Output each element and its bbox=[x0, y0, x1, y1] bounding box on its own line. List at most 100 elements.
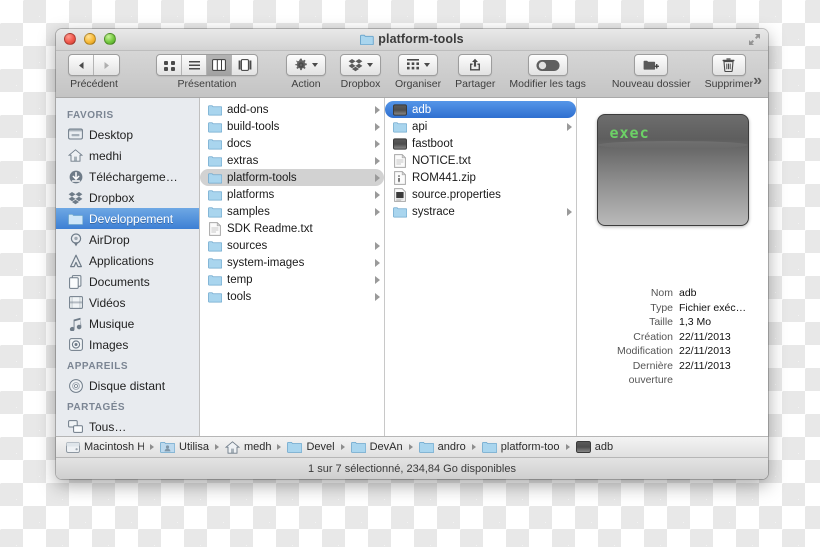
share-button[interactable] bbox=[458, 54, 493, 76]
sidebar-item-airdrop[interactable]: AirDrop bbox=[56, 229, 199, 250]
path-bar[interactable]: Macintosh HD Utilisa medh Devel DevAn andro pl… bbox=[56, 437, 768, 458]
window-title: platform-tools bbox=[56, 32, 768, 48]
file-row[interactable]: sources bbox=[200, 237, 384, 254]
metadata-row: Dernière ouverture 22/11/2013 bbox=[587, 359, 758, 388]
preview-metadata: Nom adb Type Fichier exéc… Taille 1,3 Mo Créat… bbox=[587, 286, 758, 388]
disclosure-triangle-icon[interactable] bbox=[375, 105, 380, 114]
folder-icon bbox=[208, 273, 222, 287]
sidebar-item-developpement[interactable]: Developpement bbox=[56, 208, 199, 229]
file-name: SDK Readme.txt bbox=[227, 222, 313, 235]
file-row[interactable]: platform-tools bbox=[200, 169, 384, 186]
breadcrumb-item[interactable]: Macintosh HD bbox=[66, 441, 144, 453]
metadata-row: Nom adb bbox=[587, 286, 758, 301]
breadcrumb-item[interactable]: Utilisa bbox=[160, 441, 209, 453]
disclosure-triangle-icon[interactable] bbox=[375, 156, 380, 165]
breadcrumb-label: medh bbox=[243, 441, 272, 453]
disclosure-triangle-icon[interactable] bbox=[375, 207, 380, 216]
edit-tags-button[interactable] bbox=[527, 54, 568, 76]
disclosure-triangle-icon[interactable] bbox=[375, 190, 380, 199]
sidebar-item-applications[interactable]: Applications bbox=[56, 250, 199, 271]
icon-view-button[interactable] bbox=[157, 55, 182, 75]
sidebar-item-tous[interactable]: Tous… bbox=[56, 416, 199, 436]
file-row[interactable]: samples bbox=[200, 203, 384, 220]
sidebar-item-medhi[interactable]: medhi bbox=[56, 145, 199, 166]
file-row[interactable]: api bbox=[385, 118, 576, 135]
forward-button[interactable] bbox=[94, 55, 119, 75]
chevron-double-right-icon[interactable]: » bbox=[753, 73, 762, 89]
file-row[interactable]: ROM441.zip bbox=[385, 169, 576, 186]
users-folder-icon bbox=[160, 441, 175, 453]
unix-executable-icon bbox=[575, 441, 591, 453]
file-row[interactable]: docs bbox=[200, 135, 384, 152]
sidebar-item-musique[interactable]: Musique bbox=[56, 313, 199, 334]
file-row[interactable]: fastboot bbox=[385, 135, 576, 152]
home-icon bbox=[68, 148, 83, 163]
file-row[interactable]: NOTICE.txt bbox=[385, 152, 576, 169]
folder-icon bbox=[360, 34, 375, 48]
breadcrumb-item[interactable]: medh bbox=[224, 440, 272, 454]
music-icon bbox=[68, 316, 83, 331]
airdrop-icon bbox=[68, 232, 83, 247]
disclosure-triangle-icon[interactable] bbox=[375, 139, 380, 148]
list-view-button[interactable] bbox=[182, 55, 207, 75]
file-row[interactable]: temp bbox=[200, 271, 384, 288]
file-row[interactable]: SDK Readme.txt bbox=[200, 220, 384, 237]
arrange-button[interactable] bbox=[398, 54, 439, 76]
title-bar[interactable]: platform-tools bbox=[56, 29, 768, 51]
column-platform-tools[interactable]: adb api fastboot NOTICE.txt ROM441.zip source… bbox=[385, 98, 577, 436]
sidebar-item-documents[interactable]: Documents bbox=[56, 271, 199, 292]
metadata-row: Création 22/11/2013 bbox=[587, 330, 758, 345]
breadcrumb-item[interactable]: Devel bbox=[287, 441, 335, 453]
remote-disc-icon bbox=[68, 378, 83, 393]
breadcrumb-item[interactable]: andro bbox=[418, 441, 466, 453]
file-row[interactable]: systrace bbox=[385, 203, 576, 220]
sidebar-item-label: Documents bbox=[89, 274, 150, 289]
coverflow-view-button[interactable] bbox=[232, 55, 257, 75]
file-row[interactable]: extras bbox=[200, 152, 384, 169]
column-android-sdk[interactable]: add-ons build-tools docs extras platform-too… bbox=[200, 98, 385, 436]
file-row[interactable]: build-tools bbox=[200, 118, 384, 135]
sidebar-item-label: Images bbox=[89, 337, 129, 352]
action-button[interactable] bbox=[286, 54, 326, 76]
disclosure-triangle-icon[interactable] bbox=[375, 122, 380, 131]
breadcrumb-item[interactable]: adb bbox=[575, 441, 613, 453]
column-view-button[interactable] bbox=[207, 55, 232, 75]
file-row[interactable]: adb bbox=[385, 101, 576, 118]
disclosure-triangle-icon[interactable] bbox=[375, 173, 380, 182]
file-row[interactable]: platforms bbox=[200, 186, 384, 203]
fullscreen-icon[interactable] bbox=[748, 33, 761, 46]
folder-icon bbox=[208, 137, 222, 151]
sidebar-item-dropbox[interactable]: Dropbox bbox=[56, 187, 199, 208]
disclosure-triangle-icon[interactable] bbox=[567, 122, 572, 131]
folder-icon bbox=[287, 441, 303, 453]
file-name: adb bbox=[412, 103, 432, 116]
arrange-label: Organiser bbox=[395, 78, 442, 90]
movies-icon bbox=[68, 295, 83, 310]
sidebar-item-label: Desktop bbox=[89, 127, 134, 142]
home-icon bbox=[224, 440, 240, 454]
sidebar-item-t-l-chargeme[interactable]: Téléchargeme… bbox=[56, 166, 199, 187]
dropbox-button[interactable] bbox=[340, 54, 381, 76]
sidebar-item-desktop[interactable]: Desktop bbox=[56, 124, 199, 145]
metadata-value: Fichier exéc… bbox=[679, 301, 747, 314]
sidebar-item-vid-os[interactable]: Vidéos bbox=[56, 292, 199, 313]
dropbox-icon bbox=[348, 59, 363, 72]
new-folder-button[interactable] bbox=[634, 54, 669, 76]
back-forward-segmented[interactable] bbox=[68, 54, 120, 76]
sidebar-item-images[interactable]: Images bbox=[56, 334, 199, 355]
view-mode-segmented[interactable] bbox=[156, 54, 258, 76]
disclosure-triangle-icon[interactable] bbox=[567, 207, 572, 216]
file-row[interactable]: tools bbox=[200, 288, 384, 305]
back-button[interactable] bbox=[69, 55, 94, 75]
breadcrumb-item[interactable]: platform-tools bbox=[481, 441, 560, 453]
breadcrumb-item[interactable]: DevAn bbox=[350, 441, 403, 453]
delete-button[interactable] bbox=[711, 54, 746, 76]
file-row[interactable]: source.properties bbox=[385, 186, 576, 203]
disclosure-triangle-icon[interactable] bbox=[375, 241, 380, 250]
disclosure-triangle-icon[interactable] bbox=[375, 275, 380, 284]
disclosure-triangle-icon[interactable] bbox=[375, 292, 380, 301]
file-row[interactable]: system-images bbox=[200, 254, 384, 271]
file-row[interactable]: add-ons bbox=[200, 101, 384, 118]
disclosure-triangle-icon[interactable] bbox=[375, 258, 380, 267]
sidebar-item-disque-distant[interactable]: Disque distant bbox=[56, 375, 199, 396]
